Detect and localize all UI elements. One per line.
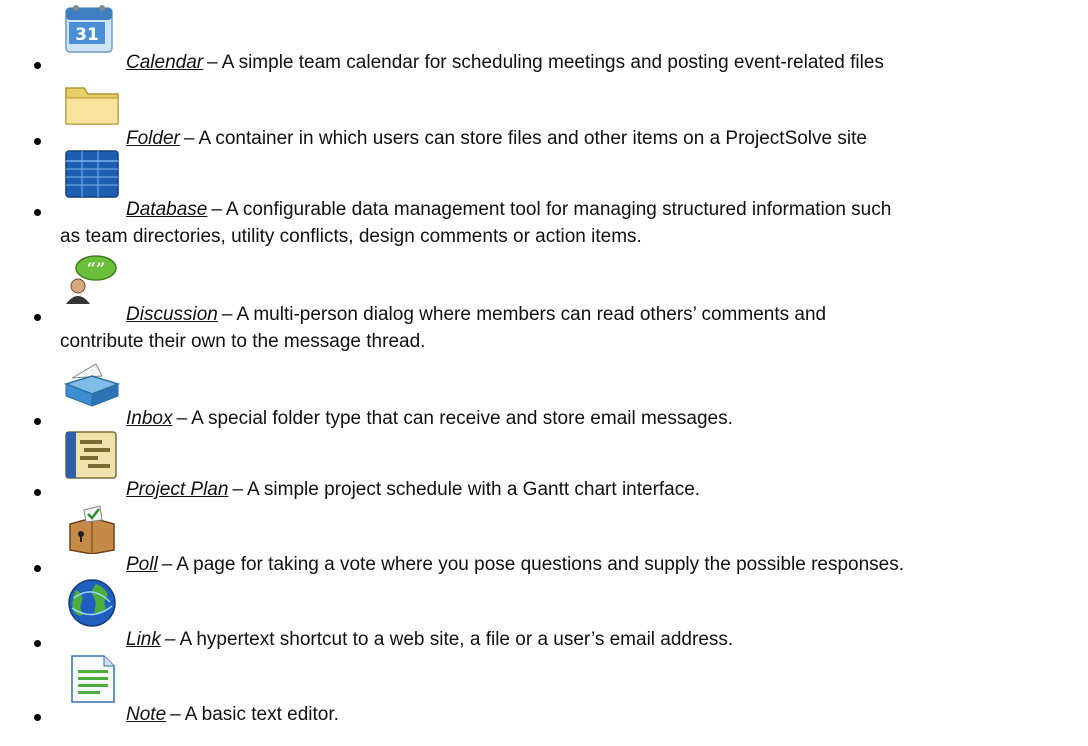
inbox-link[interactable]: Inbox — [126, 408, 172, 429]
separator: – — [183, 128, 195, 149]
bullet — [34, 418, 41, 425]
item-description: A hypertext shortcut to a web site, a fi… — [179, 629, 734, 650]
separator: – — [221, 304, 233, 325]
separator: – — [170, 704, 181, 725]
item-text: Calendar – A simple team calendar for sche… — [126, 51, 884, 75]
item-text: Inbox – A special folder type that can rec… — [126, 407, 733, 431]
bullet — [34, 314, 41, 321]
item-description: A basic text editor. — [184, 704, 339, 725]
poll-link[interactable]: Poll — [126, 554, 158, 575]
database-icon — [62, 149, 124, 199]
item-text: Note – A basic text editor. — [126, 703, 339, 727]
link-globe-icon — [62, 578, 124, 628]
discussion-icon: “” — [62, 254, 124, 304]
item-text: Project Plan – A simple project schedule w… — [126, 478, 700, 502]
item-description: A simple team calendar for scheduling me… — [221, 52, 884, 73]
separator: – — [164, 629, 176, 650]
project-plan-icon — [62, 430, 124, 480]
bullet — [34, 714, 41, 721]
svg-text:31: 31 — [75, 25, 99, 45]
bullet — [34, 640, 41, 647]
database-link[interactable]: Database — [126, 199, 207, 220]
separator: – — [161, 554, 173, 575]
item-description: A multi-person dialog where members can … — [236, 304, 827, 325]
item-description: A page for taking a vote where you pose … — [176, 554, 905, 575]
item-text-continued: contribute their own to the message thre… — [60, 331, 426, 352]
bullet — [34, 209, 41, 216]
folder-icon — [62, 78, 124, 128]
item-text: Discussion – A multi-person dialog where m… — [126, 303, 826, 327]
link-link[interactable]: Link — [126, 629, 161, 650]
bullet — [34, 138, 41, 145]
item-text: Link – A hypertext shortcut to a web site,… — [126, 628, 733, 652]
item-text-continued: as team directories, utility conflicts, … — [60, 226, 642, 247]
folder-link[interactable]: Folder — [126, 128, 180, 149]
poll-icon — [62, 504, 124, 554]
item-description: A container in which users can store fil… — [198, 128, 867, 149]
separator: – — [176, 408, 188, 429]
calendar-link[interactable]: Calendar — [126, 52, 203, 73]
note-link[interactable]: Note — [126, 704, 166, 725]
bullet — [34, 565, 41, 572]
bullet — [34, 62, 41, 69]
separator: – — [232, 479, 244, 500]
item-description: A simple project schedule with a Gantt c… — [247, 479, 701, 500]
inbox-icon — [62, 358, 124, 408]
separator: – — [207, 52, 218, 73]
project-plan-link[interactable]: Project Plan — [126, 479, 228, 500]
svg-text:“”: “” — [87, 259, 105, 278]
item-description: A configurable data management tool for … — [225, 199, 892, 220]
bullet — [34, 489, 41, 496]
item-description: A special folder type that can receive a… — [191, 408, 733, 429]
discussion-link[interactable]: Discussion — [126, 304, 218, 325]
item-text: Poll – A page for taking a vote where you … — [126, 553, 904, 577]
separator: – — [211, 199, 222, 220]
note-icon — [62, 654, 124, 704]
item-text: Database – A configurable data management … — [126, 198, 891, 222]
calendar-icon: 31 — [62, 4, 124, 54]
item-text: Folder – A container in which users can st… — [126, 127, 867, 151]
